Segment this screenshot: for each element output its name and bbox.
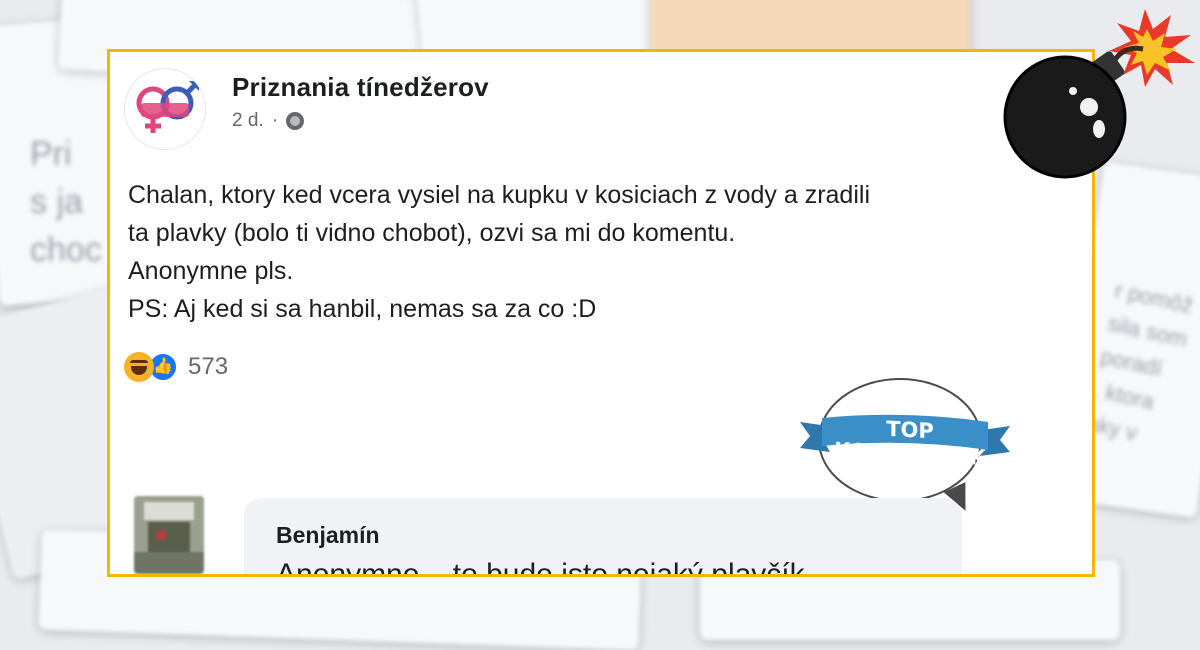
post-line: ta plavky (bolo ti vidno chobot), ozvi s… (128, 219, 736, 247)
comment-author[interactable]: Benjamín (276, 522, 380, 549)
post-meta: 2 d. · (232, 110, 305, 132)
post-line: Chalan, ktory ked vcera vysiel na kupku … (128, 181, 870, 209)
page-logo-icon (136, 81, 199, 133)
background-blur-text-left: Pri s ja choc (30, 135, 102, 269)
post-time[interactable]: 2 d. (232, 110, 264, 132)
page-avatar[interactable] (124, 68, 206, 150)
post-body: Chalan, ktory ked vcera vysiel na kupku … (128, 176, 1048, 328)
haha-icon (124, 352, 154, 382)
commenter-avatar[interactable] (134, 496, 204, 574)
reactions-summary[interactable]: 👍 573 (124, 352, 228, 382)
page-name[interactable]: Priznania tínedžerov (232, 72, 489, 103)
meta-separator: · (271, 110, 279, 131)
comment-text: Anonymne... to bude isto nejaký plavčík (276, 558, 805, 577)
globe-icon (286, 112, 305, 130)
bomb-icon (1003, 9, 1195, 179)
pixelated-avatar-icon (134, 496, 204, 574)
reaction-count: 573 (188, 353, 229, 380)
logo-text: TOP KOMENTY.SK (834, 416, 986, 470)
post-line: PS: Aj ked si sa hanbil, nemas sa za co … (128, 295, 597, 323)
post-card: Priznania tínedžerov 2 d. · Chalan, ktor… (107, 49, 1095, 577)
post-line: Anonymne pls. (128, 257, 294, 285)
